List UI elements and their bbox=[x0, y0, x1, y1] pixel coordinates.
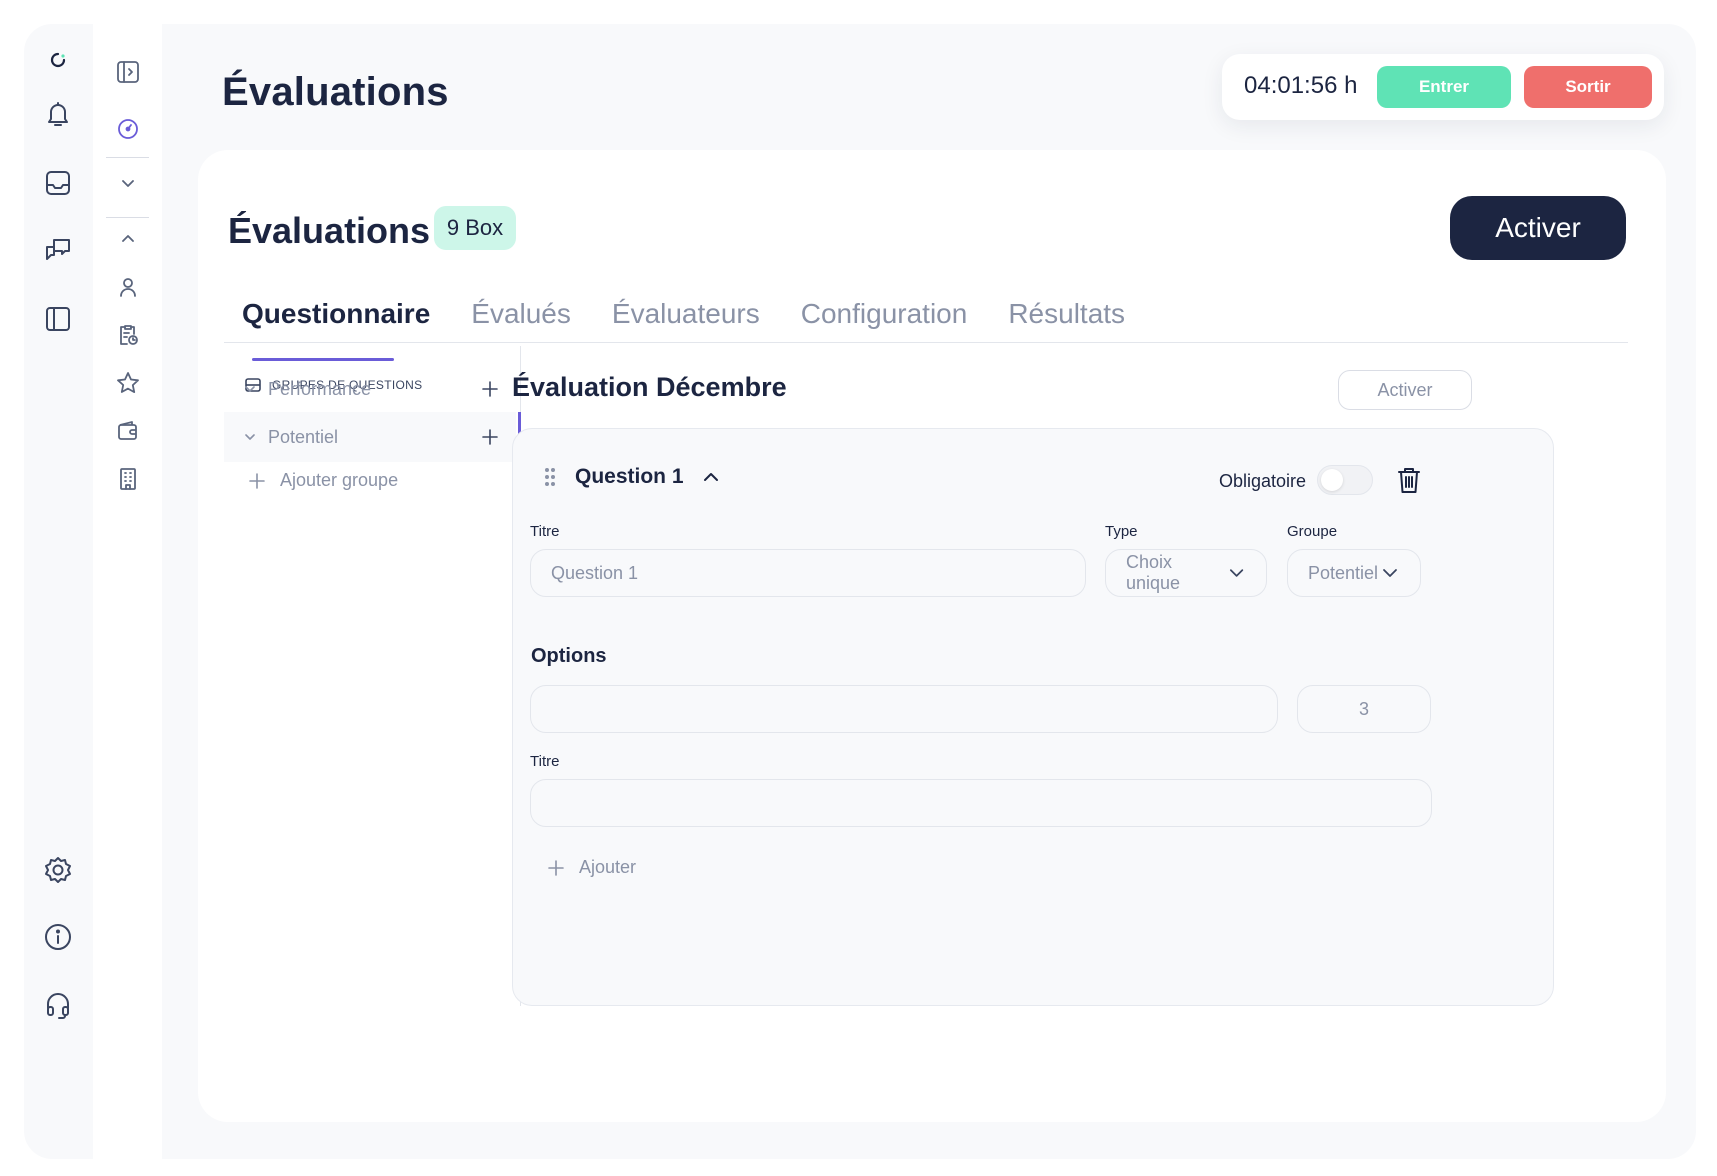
sidebar-panel-icon[interactable] bbox=[42, 303, 74, 335]
options-heading: Options bbox=[531, 645, 607, 667]
add-question-icon[interactable] bbox=[480, 427, 500, 447]
group-field-label: Groupe bbox=[1287, 523, 1338, 540]
active-tab-indicator bbox=[252, 358, 394, 361]
wallet-icon[interactable] bbox=[115, 418, 141, 444]
divider bbox=[106, 157, 149, 158]
option-title-input[interactable] bbox=[530, 779, 1432, 827]
add-question-icon[interactable] bbox=[480, 379, 500, 399]
tab-results[interactable]: Résultats bbox=[1008, 298, 1125, 330]
expand-sidebar-icon[interactable] bbox=[115, 59, 141, 85]
timer-display: 04:01:56 h bbox=[1244, 72, 1358, 99]
tab-bar: Questionnaire Évalués Évaluateurs Config… bbox=[242, 298, 1166, 330]
activate-evaluation-button[interactable]: Activer bbox=[1338, 370, 1472, 410]
clock-in-button[interactable]: Entrer bbox=[1377, 66, 1511, 108]
plus-icon bbox=[249, 472, 265, 489]
type-badge: 9 Box bbox=[434, 206, 516, 250]
tab-evaluators[interactable]: Évaluateurs bbox=[612, 298, 760, 330]
chevron-down-icon[interactable] bbox=[242, 381, 258, 397]
mandatory-label: Obligatoire bbox=[1219, 471, 1307, 491]
type-select[interactable]: Choix unique bbox=[1105, 549, 1267, 597]
plus-icon bbox=[548, 859, 564, 876]
question-title-text[interactable] bbox=[551, 562, 1065, 584]
divider bbox=[106, 217, 149, 218]
chevron-down-icon[interactable] bbox=[242, 429, 258, 445]
user-icon[interactable] bbox=[115, 274, 141, 300]
type-field-label: Type bbox=[1105, 523, 1138, 540]
group-item-label: Potentiel bbox=[268, 426, 339, 447]
clock-out-button[interactable]: Sortir bbox=[1524, 66, 1652, 108]
title-field-label: Titre bbox=[530, 523, 560, 540]
question-editor: Question 1 Obligatoire Titre Type Choix … bbox=[512, 428, 1554, 1006]
option-score-input[interactable]: 3 bbox=[1297, 685, 1431, 733]
chevron-down-icon bbox=[1229, 569, 1244, 577]
option-text[interactable] bbox=[551, 698, 1257, 720]
card-title: Évaluations bbox=[228, 210, 431, 251]
primary-sidebar bbox=[24, 24, 93, 1159]
settings-gear-icon[interactable] bbox=[42, 854, 74, 886]
add-option-label: Ajouter bbox=[579, 857, 637, 877]
dashboard-gauge-icon[interactable] bbox=[115, 116, 141, 142]
chevron-up-icon[interactable] bbox=[700, 466, 722, 488]
group-select[interactable]: Potentiel bbox=[1287, 549, 1421, 597]
evaluation-title: Évaluation Décembre bbox=[512, 372, 787, 402]
question-title-input[interactable] bbox=[530, 549, 1086, 597]
add-group-label: Ajouter groupe bbox=[280, 470, 399, 490]
chevron-up-icon[interactable] bbox=[115, 226, 141, 252]
evaluation-card: Évaluations 9 Box Activer Questionnaire … bbox=[198, 150, 1666, 1122]
star-icon[interactable] bbox=[115, 370, 141, 396]
question-header: Question 1 bbox=[543, 465, 722, 489]
secondary-sidebar bbox=[93, 24, 162, 1159]
info-icon[interactable] bbox=[42, 921, 74, 953]
question-title: Question 1 bbox=[575, 465, 684, 488]
logo-icon[interactable] bbox=[42, 44, 74, 76]
tabs-divider bbox=[224, 342, 1628, 343]
chat-icon[interactable] bbox=[42, 235, 74, 267]
bell-icon[interactable] bbox=[42, 98, 74, 130]
inbox-icon[interactable] bbox=[42, 167, 74, 199]
group-item-potentiel[interactable]: Potentiel bbox=[224, 412, 516, 462]
option-score-value: 3 bbox=[1358, 698, 1369, 719]
page-title: Évaluations bbox=[222, 70, 449, 114]
headset-icon[interactable] bbox=[42, 989, 74, 1021]
clipboard-clock-icon[interactable] bbox=[115, 322, 141, 348]
option-title-text[interactable] bbox=[551, 792, 1411, 814]
tab-questionnaire[interactable]: Questionnaire bbox=[242, 298, 430, 330]
time-clock-card: 04:01:56 h Entrer Sortir bbox=[1222, 54, 1664, 120]
mandatory-toggle[interactable] bbox=[1317, 465, 1373, 495]
activate-button[interactable]: Activer bbox=[1450, 196, 1626, 260]
chevron-down-icon bbox=[1383, 569, 1397, 577]
option-title-label: Titre bbox=[530, 753, 560, 770]
add-option-button[interactable]: Ajouter bbox=[547, 857, 636, 878]
toggle-knob bbox=[1321, 469, 1343, 491]
trash-icon[interactable] bbox=[1395, 465, 1423, 495]
tab-evaluated[interactable]: Évalués bbox=[471, 298, 571, 330]
chevron-down-icon[interactable] bbox=[115, 170, 141, 196]
type-select-value: Choix unique bbox=[1126, 552, 1181, 593]
group-item-label: Performance bbox=[268, 378, 372, 399]
tab-configuration[interactable]: Configuration bbox=[801, 298, 968, 330]
add-group-button[interactable]: Ajouter groupe bbox=[248, 470, 398, 491]
group-select-value: Potentiel bbox=[1308, 562, 1379, 583]
building-icon[interactable] bbox=[115, 466, 141, 492]
group-item-performance[interactable]: Performance bbox=[224, 364, 516, 414]
option-input[interactable] bbox=[530, 685, 1278, 733]
drag-handle-icon[interactable] bbox=[543, 465, 557, 489]
